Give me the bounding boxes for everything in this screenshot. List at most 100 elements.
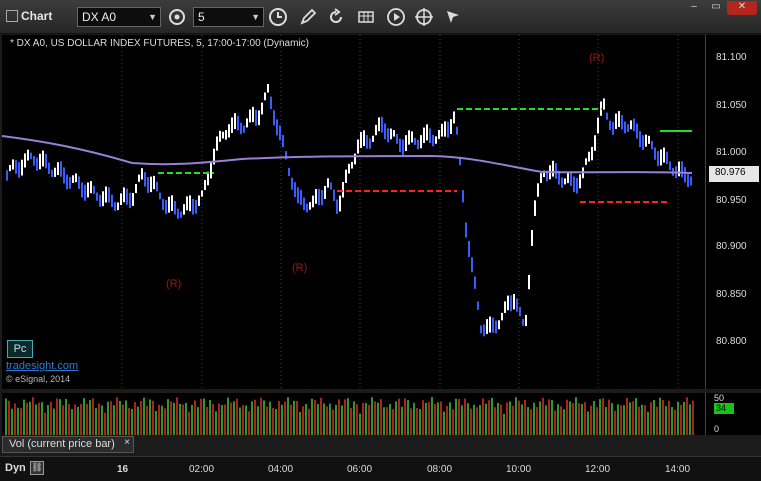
- price-bar: [45, 153, 47, 169]
- volume-study-label: Vol (current price bar): [9, 438, 115, 450]
- price-chart[interactable]: (R) (R) (R) * DX A0, US DOLLAR INDEX FUT…: [2, 35, 705, 389]
- time-axis[interactable]: Dyn ⛓ 16 02:00 04:00 06:00 08:00 10:00 1…: [0, 456, 761, 481]
- price-bar: [111, 194, 113, 208]
- settings-icon[interactable]: [167, 7, 187, 27]
- price-bar: [339, 195, 341, 212]
- price-bar: [192, 198, 194, 215]
- volume-bar: [563, 409, 565, 435]
- volume-bar: [461, 405, 463, 435]
- volume-bar: [341, 405, 343, 435]
- maximize-button[interactable]: ▭: [705, 1, 727, 15]
- price-bar: [189, 195, 191, 212]
- volume-bar: [497, 402, 499, 435]
- price-bar: [123, 187, 125, 203]
- price-bar: [444, 121, 446, 137]
- volume-bar: [83, 398, 85, 435]
- price-bar: [75, 173, 77, 183]
- price-bar: [471, 257, 473, 273]
- volume-bar: [548, 399, 550, 435]
- volume-bar: [278, 401, 280, 435]
- clock-icon[interactable]: [268, 7, 288, 27]
- price-bar: [99, 194, 101, 207]
- volume-bar: [665, 406, 667, 435]
- volume-bar: [131, 408, 133, 435]
- price-bar: [198, 195, 200, 207]
- volume-bar: [74, 404, 76, 435]
- close-button[interactable]: ✕: [727, 1, 757, 15]
- pc-button[interactable]: Pc: [7, 340, 33, 358]
- volume-study-tab[interactable]: Vol (current price bar) ×: [2, 436, 134, 453]
- chevron-down-icon[interactable]: ▼: [148, 12, 157, 22]
- volume-bar: [80, 404, 82, 435]
- volume-bar: [287, 397, 289, 435]
- volume-bar: [419, 409, 421, 435]
- price-bar: [420, 135, 422, 149]
- volume-bar: [215, 411, 217, 435]
- price-bar: [573, 176, 575, 193]
- price-bar: [633, 118, 635, 132]
- minimize-button[interactable]: –: [683, 1, 705, 15]
- volume-bar: [293, 400, 295, 435]
- price-bar: [570, 172, 572, 186]
- price-bar: [456, 126, 458, 135]
- price-bar: [555, 163, 557, 179]
- cursor-icon[interactable]: [443, 7, 463, 27]
- volume-pane[interactable]: [2, 393, 705, 435]
- volume-bar: [587, 411, 589, 435]
- r-label: (R): [166, 278, 181, 290]
- price-bar: [252, 106, 254, 123]
- volume-bar: [566, 399, 568, 435]
- price-bar: [228, 124, 230, 138]
- symbol-input[interactable]: DX A0 ▼: [77, 7, 161, 27]
- volume-bar: [410, 408, 412, 435]
- pencil-icon[interactable]: [298, 7, 318, 27]
- crosshair-icon[interactable]: [414, 7, 434, 27]
- interval-input[interactable]: 5 ▼: [193, 7, 264, 27]
- time-tick: 02:00: [189, 464, 215, 475]
- price-bar: [381, 116, 383, 133]
- volume-bar: [632, 401, 634, 435]
- price-bar: [453, 111, 455, 124]
- price-bar: [393, 130, 395, 137]
- volume-bar: [395, 401, 397, 435]
- volume-bar: [557, 404, 559, 435]
- watermark-link[interactable]: tradesight.com: [6, 360, 78, 372]
- data-grid-icon[interactable]: [356, 7, 376, 27]
- price-bar: [36, 157, 38, 171]
- volume-bar: [581, 404, 583, 435]
- price-bar: [39, 153, 41, 170]
- volume-bar: [578, 403, 580, 435]
- play-icon[interactable]: [386, 7, 406, 27]
- price-bar: [447, 121, 449, 138]
- volume-bar: [509, 401, 511, 435]
- price-bar: [321, 189, 323, 206]
- close-icon[interactable]: ×: [124, 437, 130, 448]
- chart-canvas[interactable]: (R) (R) (R): [2, 35, 705, 389]
- price-bar: [531, 230, 533, 246]
- price-bar: [660, 149, 662, 166]
- link-icon[interactable]: ⛓: [30, 461, 44, 475]
- chevron-down-icon[interactable]: ▼: [251, 12, 260, 22]
- volume-bar: [365, 403, 367, 435]
- volume-bar: [422, 400, 424, 435]
- volume-bar: [29, 401, 31, 435]
- volume-bar: [311, 398, 313, 435]
- price-bar: [222, 131, 224, 139]
- volume-bar: [542, 397, 544, 435]
- price-axis[interactable]: 81.100 81.050 81.000 80.950 80.900 80.85…: [705, 35, 761, 389]
- volume-bar: [407, 400, 409, 435]
- volume-bar: [20, 408, 22, 435]
- volume-bar: [629, 402, 631, 435]
- volume-bar: [479, 404, 481, 435]
- volume-bar: [140, 400, 142, 435]
- volume-bar: [626, 397, 628, 435]
- volume-bar: [692, 400, 694, 435]
- price-bar: [432, 134, 434, 147]
- volume-bar: [269, 401, 271, 435]
- price-bar: [297, 187, 299, 204]
- refresh-icon[interactable]: [326, 7, 346, 27]
- volume-bar: [164, 408, 166, 435]
- price-bar: [291, 177, 293, 190]
- dyn-mode-label[interactable]: Dyn: [5, 462, 26, 474]
- price-bar: [666, 151, 668, 165]
